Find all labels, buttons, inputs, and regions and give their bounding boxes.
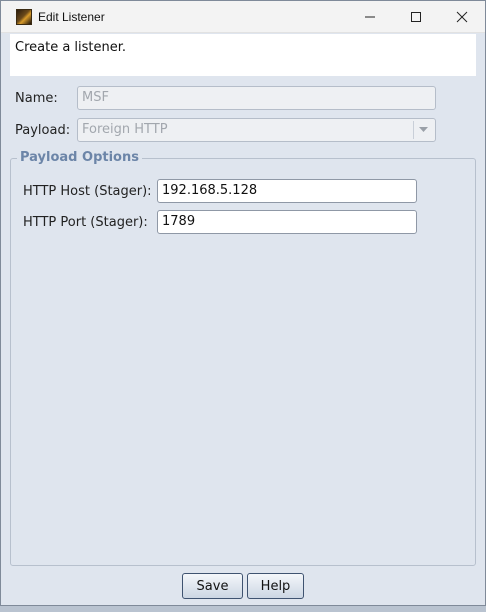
name-field[interactable]: MSF <box>77 86 436 110</box>
edit-listener-dialog: Edit Listener Create a listener. Name: M… <box>0 0 486 606</box>
save-button[interactable]: Save <box>182 573 243 599</box>
cobalt-strike-icon <box>16 8 32 25</box>
payload-selected-value: Foreign HTTP <box>82 122 168 137</box>
minimize-icon <box>365 16 375 17</box>
maximize-icon <box>411 11 421 22</box>
payload-options-title: Payload Options <box>17 150 142 165</box>
minimize-button[interactable] <box>347 1 393 33</box>
background-bottom-bar <box>0 606 486 612</box>
payload-label: Payload: <box>15 123 71 138</box>
chevron-down-icon <box>419 127 428 132</box>
close-icon <box>456 11 468 22</box>
name-label: Name: <box>15 91 58 106</box>
http-port-label: HTTP Port (Stager): <box>23 215 148 230</box>
description-banner: Create a listener. <box>10 34 476 76</box>
dropdown-button[interactable] <box>413 121 433 139</box>
help-button[interactable]: Help <box>247 573 304 599</box>
http-host-input[interactable]: 192.168.5.128 <box>157 179 417 203</box>
close-button[interactable] <box>439 1 485 33</box>
maximize-button[interactable] <box>393 1 439 33</box>
http-port-input[interactable]: 1789 <box>157 210 417 234</box>
window-title: Edit Listener <box>38 9 105 24</box>
description-text: Create a listener. <box>15 40 127 55</box>
payload-select[interactable]: Foreign HTTP <box>77 118 436 142</box>
title-bar[interactable]: Edit Listener <box>1 1 485 33</box>
http-host-label: HTTP Host (Stager): <box>23 184 152 199</box>
